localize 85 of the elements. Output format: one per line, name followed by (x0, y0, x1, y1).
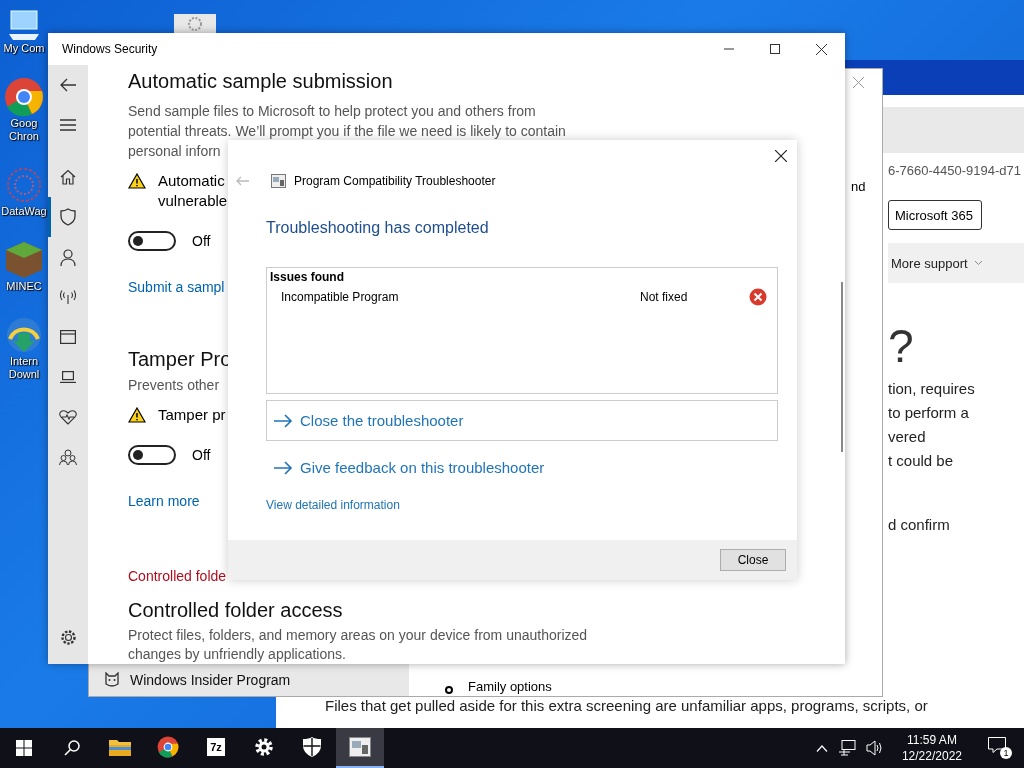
article-text: tion, requires (888, 379, 975, 399)
cat-icon (104, 672, 120, 688)
troubleshooter-icon (349, 737, 371, 757)
settings-icon[interactable] (59, 628, 77, 646)
back-arrow-icon[interactable] (60, 78, 76, 92)
sidebar-item[interactable]: Windows Insider Program (89, 672, 291, 688)
desktop-icon-label[interactable]: Downl (8, 368, 40, 381)
person-icon (60, 248, 76, 266)
archiver-icon: 7z (207, 738, 225, 756)
toggle-label: Off (192, 447, 211, 463)
scrollbar[interactable] (841, 282, 843, 452)
section-description: Protect files, folders, and memory areas on your device from unauthorized changes by unfriendly applications. (128, 626, 589, 664)
account-button[interactable]: Microsoft 365 (888, 200, 983, 230)
arrow-right-icon (274, 460, 293, 475)
notification-button[interactable]: 1 (988, 737, 1012, 759)
close-icon[interactable] (775, 150, 787, 162)
folder-icon (109, 738, 131, 756)
article-text: t could be (888, 451, 955, 471)
settings-icon (254, 737, 274, 757)
computer-icon[interactable] (7, 8, 41, 42)
toggle-switch[interactable] (128, 445, 176, 465)
clock[interactable]: 11:59 AM 12/22/2022 (901, 732, 962, 764)
dialog-heading: Troubleshooting has completed (266, 218, 489, 238)
volume-icon[interactable] (865, 740, 884, 756)
desktop-icon-label[interactable]: DataWag (1, 205, 47, 218)
search-icon[interactable] (64, 740, 80, 756)
menu-icon[interactable] (60, 119, 76, 131)
taskbar-button[interactable]: 7z (192, 728, 240, 768)
section-description: Prevents other (128, 376, 220, 395)
details-link[interactable]: View detailed information (266, 498, 400, 512)
download-icon[interactable] (4, 315, 44, 355)
article-text: d confirm (888, 515, 950, 535)
article-text: to perform a (888, 403, 970, 423)
section-heading: Controlled folder access (128, 598, 343, 623)
desktop-icon-label[interactable]: Intern (9, 355, 39, 368)
home-icon (60, 169, 76, 185)
command-link[interactable]: Close the troubleshooter (266, 400, 778, 441)
desktop-icon-label[interactable]: Goog (10, 117, 38, 130)
warning-text: Automatic vulnerable (158, 171, 229, 211)
chrome-icon[interactable] (4, 77, 44, 117)
issue-name: Incompatible Program (281, 290, 400, 304)
toggle-label: Off (192, 233, 211, 249)
settings-text: nd (851, 179, 866, 194)
maximize-icon[interactable] (770, 44, 780, 54)
notification-count: 1 (1000, 747, 1012, 759)
taskbar-button[interactable] (336, 728, 384, 768)
warning-icon (128, 407, 146, 423)
troubleshooter-icon (271, 174, 286, 188)
chrome-icon (157, 736, 179, 758)
issues-header: Issues found (270, 270, 345, 284)
dialog-title: Program Compatibility Troubleshooter (294, 174, 496, 188)
article-paragraph: Files that get pulled aside for this extra screening are unfamiliar apps, programs, scripts, or (324, 696, 929, 716)
issue-status: Not fixed (640, 290, 689, 304)
article-text: vered (888, 427, 927, 447)
close-button[interactable]: Close (720, 549, 786, 571)
alert-text[interactable]: Controlled folde (128, 566, 227, 586)
shield-icon (303, 737, 321, 757)
desktop-icon-label[interactable]: Chron (9, 130, 39, 143)
arrow-right-icon (274, 413, 293, 428)
toggle-switch[interactable] (128, 231, 176, 251)
app-window-icon (60, 330, 76, 344)
message-icon (988, 737, 1006, 753)
shield-icon (60, 208, 76, 226)
window-title: Windows Security (62, 42, 158, 56)
section-heading: Automatic sample submission (128, 69, 393, 94)
link[interactable]: Learn more (128, 491, 200, 511)
link[interactable]: Submit a sampl (128, 277, 225, 297)
heart-icon (59, 409, 77, 425)
section-description: Send sample files to Microsoft to help protect you and others from potential threats. We’ll prompt you if the file we need is likely to contain personal inforn (128, 102, 567, 161)
desktop-icon-label[interactable]: MINEC (6, 280, 42, 293)
warning-text: Tamper pr (158, 405, 227, 425)
more-support-menu[interactable]: More support (891, 255, 968, 271)
family-options-text[interactable]: Family options (468, 679, 552, 694)
chevron-up-icon[interactable] (815, 744, 828, 752)
desktop-icon-label[interactable]: My Com (3, 42, 45, 55)
wireless-icon (60, 290, 76, 304)
chevron-down-icon (973, 260, 983, 266)
warning-icon (128, 173, 146, 189)
address-text[interactable]: 6-7660-4450-9194-d71 (888, 162, 1021, 178)
gear-thumbnail-icon[interactable] (174, 14, 216, 34)
page-heading: ? (888, 321, 914, 371)
command-link[interactable]: Give feedback on this troubleshooter (266, 447, 778, 488)
laptop-icon (60, 371, 76, 383)
start-icon[interactable] (16, 740, 32, 756)
close-icon[interactable] (816, 43, 827, 55)
